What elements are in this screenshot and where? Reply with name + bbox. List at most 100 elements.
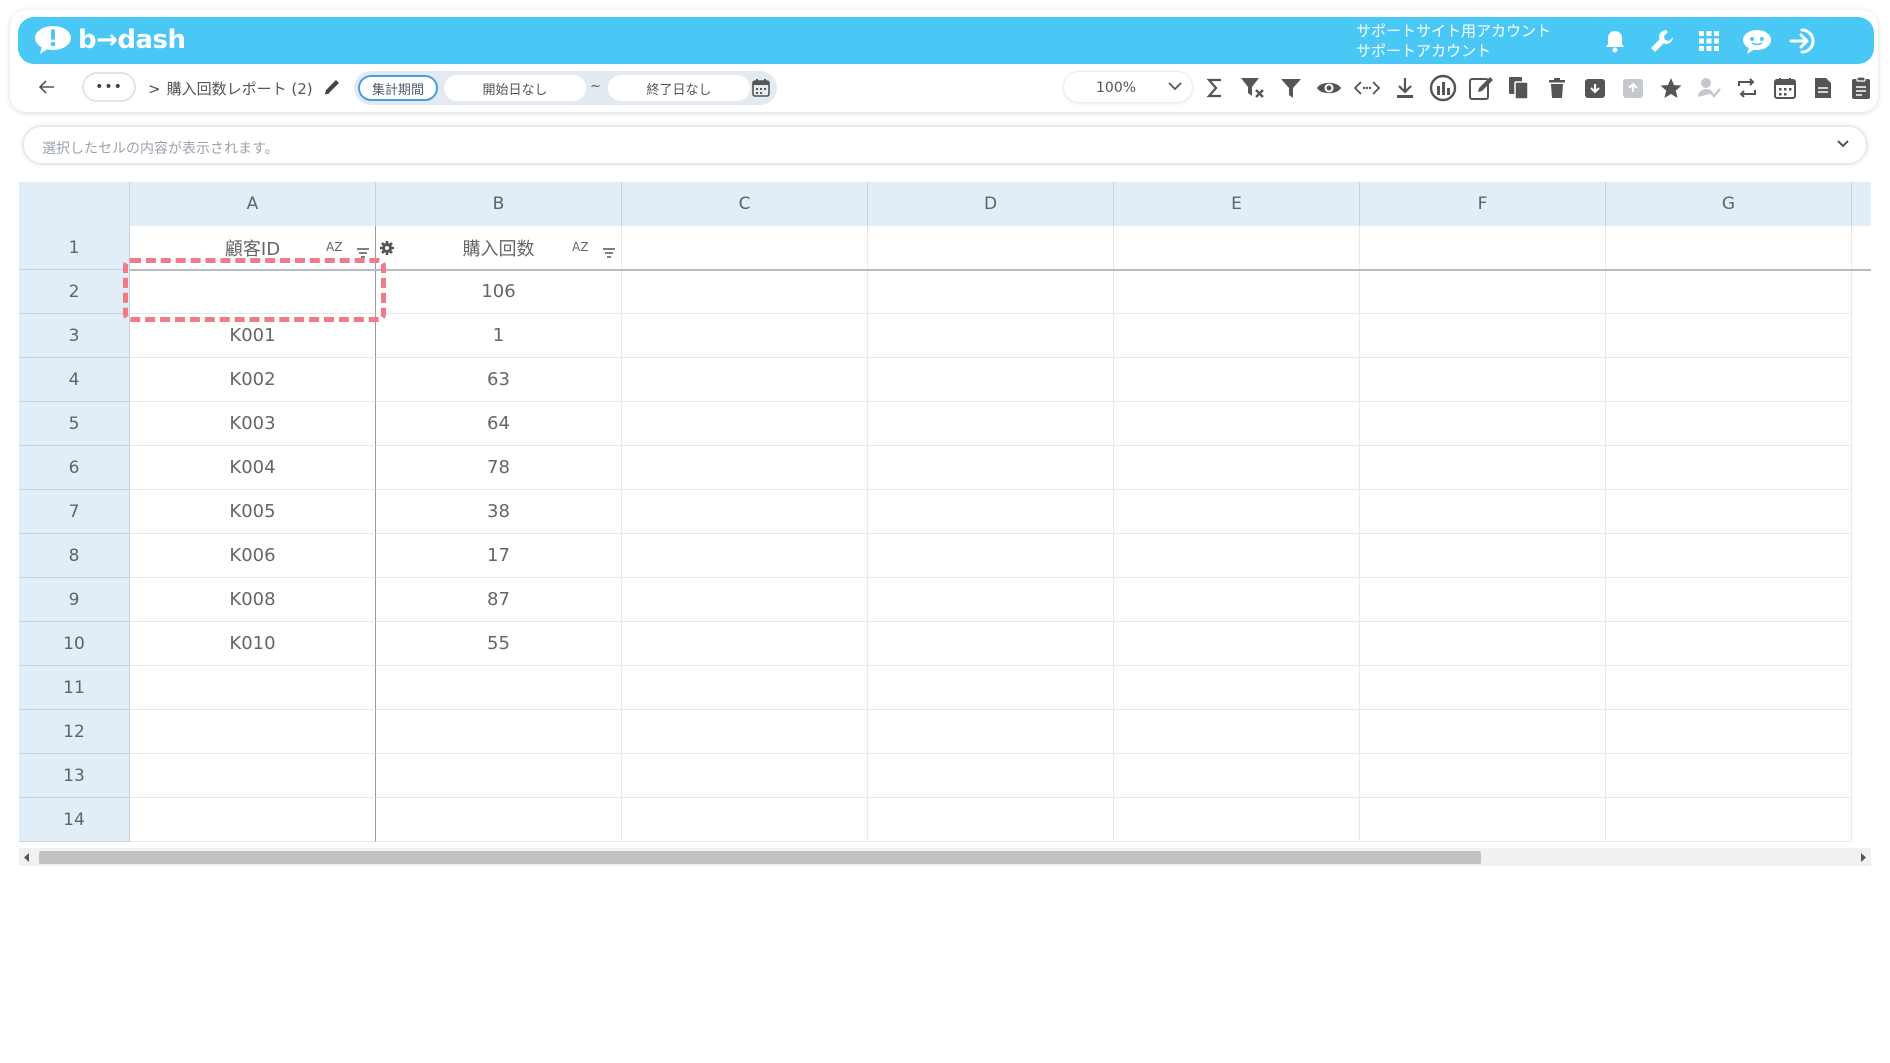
row-header-12[interactable]: 12	[19, 710, 130, 754]
bell-icon[interactable]	[1598, 24, 1632, 58]
cell-b10[interactable]: 55	[376, 622, 622, 666]
cell-f8[interactable]	[1360, 534, 1606, 578]
chat-robot-icon[interactable]	[1740, 24, 1774, 58]
grid-corner[interactable]	[19, 182, 130, 226]
cell-c3[interactable]	[622, 314, 868, 358]
cell-a7[interactable]: K005	[130, 490, 376, 534]
cell-b2[interactable]: 106	[376, 270, 622, 314]
cell-f9[interactable]	[1360, 578, 1606, 622]
cell-f4[interactable]	[1360, 358, 1606, 402]
cell-c12[interactable]	[622, 710, 868, 754]
cell-g12[interactable]	[1606, 710, 1852, 754]
scrollbar-thumb[interactable]	[39, 851, 1481, 864]
cell-e7[interactable]	[1114, 490, 1360, 534]
trash-icon[interactable]	[1538, 72, 1576, 104]
cell-e11[interactable]	[1114, 666, 1360, 710]
period-label-button[interactable]: 集計期間	[358, 75, 438, 101]
sigma-icon[interactable]	[1196, 72, 1234, 104]
copy-icon[interactable]	[1500, 72, 1538, 104]
document-icon[interactable]	[1804, 72, 1842, 104]
filter-icon[interactable]	[602, 242, 616, 263]
end-date-field[interactable]: 終了日なし	[608, 75, 750, 101]
cell-f2[interactable]	[1360, 270, 1606, 314]
cell-a10[interactable]: K010	[130, 622, 376, 666]
cell-c10[interactable]	[622, 622, 868, 666]
cell-b6[interactable]: 78	[376, 446, 622, 490]
zoom-select[interactable]: 100%	[1063, 71, 1193, 103]
more-button[interactable]: •••	[82, 72, 136, 102]
cell-d2[interactable]	[868, 270, 1114, 314]
cell-b8[interactable]: 17	[376, 534, 622, 578]
cell-d11[interactable]	[868, 666, 1114, 710]
cell-b7[interactable]: 38	[376, 490, 622, 534]
row-header-10[interactable]: 10	[19, 622, 130, 666]
cell-c8[interactable]	[622, 534, 868, 578]
cell-f14[interactable]	[1360, 798, 1606, 842]
cell-b1[interactable]: 購入回数 AZ	[376, 226, 622, 270]
cell-g11[interactable]	[1606, 666, 1852, 710]
wrench-icon[interactable]	[1645, 24, 1679, 58]
cell-a9[interactable]: K008	[130, 578, 376, 622]
cell-g1[interactable]	[1606, 226, 1852, 270]
cell-g6[interactable]	[1606, 446, 1852, 490]
cell-a4[interactable]: K002	[130, 358, 376, 402]
filter-icon[interactable]	[1272, 72, 1310, 104]
cell-c7[interactable]	[622, 490, 868, 534]
cell-c13[interactable]	[622, 754, 868, 798]
row-header-9[interactable]: 9	[19, 578, 130, 622]
cell-d10[interactable]	[868, 622, 1114, 666]
cell-e13[interactable]	[1114, 754, 1360, 798]
cell-d1[interactable]	[868, 226, 1114, 270]
cell-g3[interactable]	[1606, 314, 1852, 358]
row-header-2[interactable]: 2	[19, 270, 130, 314]
cell-g5[interactable]	[1606, 402, 1852, 446]
cell-d4[interactable]	[868, 358, 1114, 402]
row-header-3[interactable]: 3	[19, 314, 130, 358]
logout-icon[interactable]	[1786, 24, 1820, 58]
cell-e8[interactable]	[1114, 534, 1360, 578]
cell-c2[interactable]	[622, 270, 868, 314]
cell-c14[interactable]	[622, 798, 868, 842]
cell-f11[interactable]	[1360, 666, 1606, 710]
cell-g8[interactable]	[1606, 534, 1852, 578]
cell-g10[interactable]	[1606, 622, 1852, 666]
cell-d6[interactable]	[868, 446, 1114, 490]
cell-d3[interactable]	[868, 314, 1114, 358]
chevron-down-icon[interactable]	[1836, 139, 1850, 149]
archive-icon[interactable]	[1576, 72, 1614, 104]
cell-g9[interactable]	[1606, 578, 1852, 622]
column-header-d[interactable]: D	[868, 182, 1114, 226]
row-header-11[interactable]: 11	[19, 666, 130, 710]
cell-c6[interactable]	[622, 446, 868, 490]
cell-a6[interactable]: K004	[130, 446, 376, 490]
cell-a13[interactable]	[130, 754, 376, 798]
clipboard-icon[interactable]	[1842, 72, 1880, 104]
scroll-right-icon[interactable]	[1859, 853, 1867, 862]
calendar-icon[interactable]	[752, 78, 770, 101]
account-info[interactable]: サポートサイト用アカウント サポートアカウント	[1356, 21, 1551, 61]
column-header-b[interactable]: B	[376, 182, 622, 226]
row-header-4[interactable]: 4	[19, 358, 130, 402]
cell-e4[interactable]	[1114, 358, 1360, 402]
cell-b3[interactable]: 1	[376, 314, 622, 358]
row-header-5[interactable]: 5	[19, 402, 130, 446]
cell-f3[interactable]	[1360, 314, 1606, 358]
row-header-6[interactable]: 6	[19, 446, 130, 490]
cell-g13[interactable]	[1606, 754, 1852, 798]
cell-e2[interactable]	[1114, 270, 1360, 314]
cell-d7[interactable]	[868, 490, 1114, 534]
cell-a12[interactable]	[130, 710, 376, 754]
chart-icon[interactable]	[1424, 72, 1462, 104]
sort-az-icon[interactable]: AZ	[572, 240, 588, 254]
cell-g7[interactable]	[1606, 490, 1852, 534]
scroll-left-icon[interactable]	[23, 853, 31, 862]
column-header-e[interactable]: E	[1114, 182, 1360, 226]
cell-b14[interactable]	[376, 798, 622, 842]
grid-icon[interactable]	[1692, 24, 1726, 58]
cell-d5[interactable]	[868, 402, 1114, 446]
cell-d9[interactable]	[868, 578, 1114, 622]
row-header-14[interactable]: 14	[19, 798, 130, 842]
cell-d12[interactable]	[868, 710, 1114, 754]
back-button[interactable]	[32, 72, 62, 102]
refresh-icon[interactable]	[1728, 72, 1766, 104]
